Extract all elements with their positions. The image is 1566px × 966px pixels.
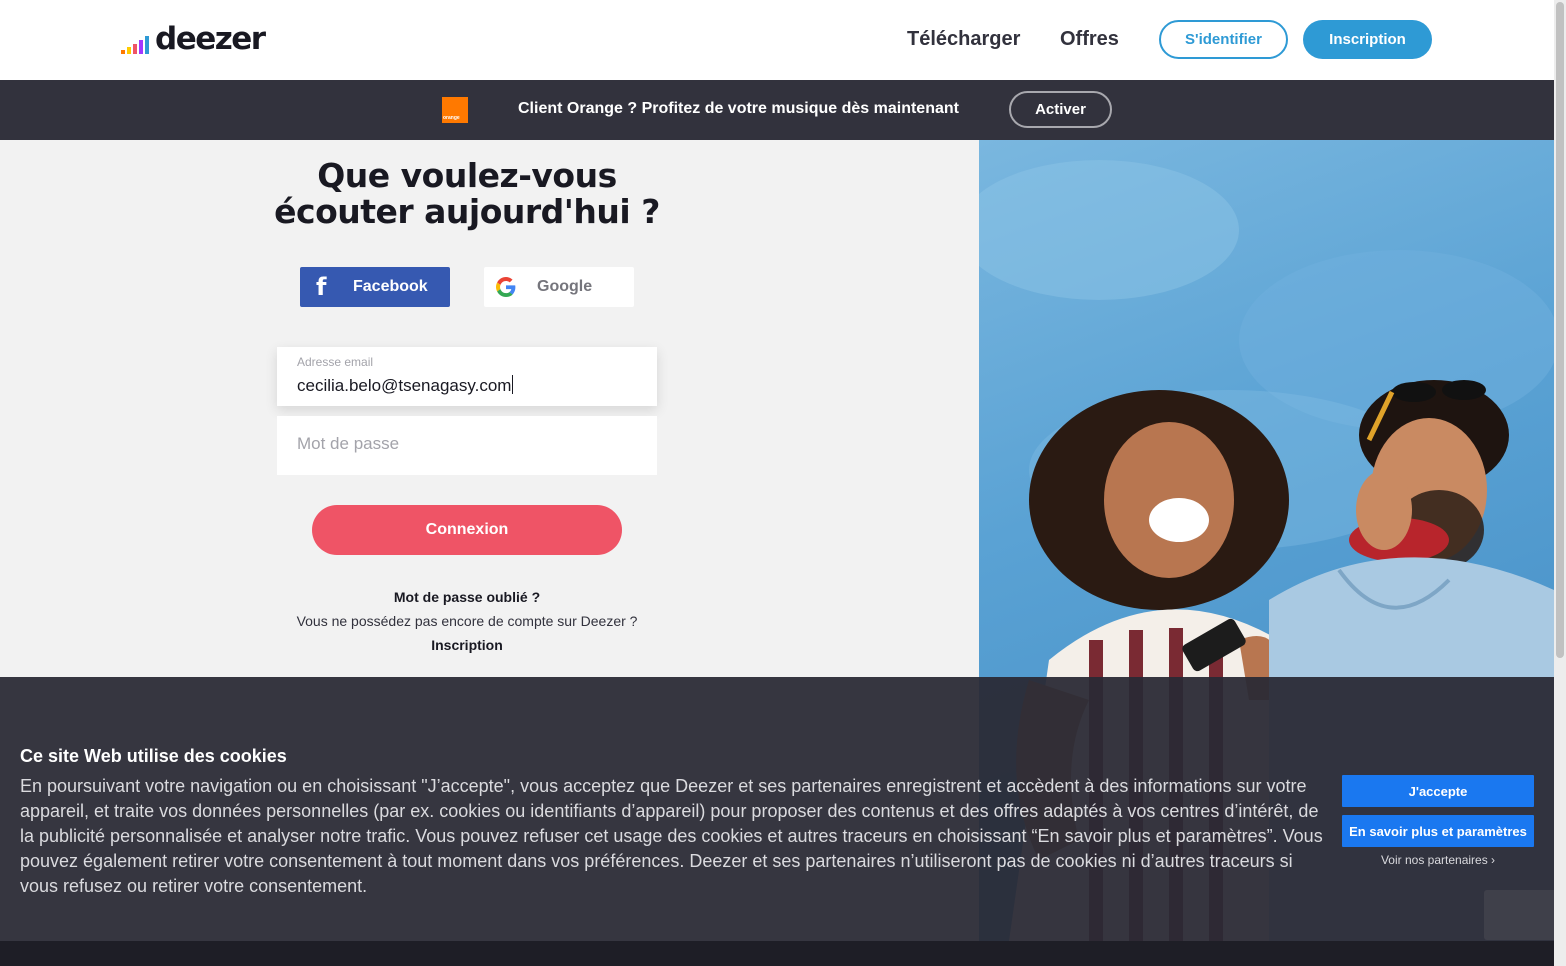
facebook-login-button[interactable]: f Facebook bbox=[300, 267, 450, 307]
scrollbar-thumb[interactable] bbox=[1556, 2, 1564, 658]
email-label: Adresse email bbox=[297, 355, 374, 369]
title-line-2: écouter aujourd'hui ? bbox=[274, 192, 660, 231]
page-title: Que voulez-vous écouter aujourd'hui ? bbox=[0, 158, 934, 230]
activate-button[interactable]: Activer bbox=[1009, 91, 1112, 128]
signup-link[interactable]: Inscription bbox=[0, 637, 934, 653]
deezer-logo[interactable]: deezer bbox=[121, 21, 266, 57]
signup-button[interactable]: Inscription bbox=[1303, 20, 1432, 59]
email-input[interactable]: cecilia.belo@tsenagasy.com bbox=[297, 375, 514, 396]
footer-strip bbox=[0, 941, 1554, 966]
logo-text: deezer bbox=[155, 21, 266, 57]
password-placeholder: Mot de passe bbox=[297, 434, 400, 453]
view-partners-link[interactable]: Voir nos partenaires › bbox=[1342, 853, 1534, 867]
google-icon bbox=[496, 277, 516, 297]
nav-offers-link[interactable]: Offres bbox=[1060, 28, 1119, 51]
banner-message: Client Orange ? Profitez de votre musiqu… bbox=[518, 100, 959, 117]
orange-logo-icon: orange bbox=[442, 97, 468, 123]
password-field[interactable]: Mot de passe bbox=[277, 416, 657, 475]
cookie-title: Ce site Web utilise des cookies bbox=[20, 746, 287, 766]
email-field[interactable]: Adresse email cecilia.belo@tsenagasy.com bbox=[277, 347, 657, 406]
top-header: deezer Télécharger Offres S'identifier I… bbox=[0, 0, 1554, 80]
equalizer-icon bbox=[121, 28, 149, 54]
login-panel: Que voulez-vous écouter aujourd'hui ? f … bbox=[0, 140, 979, 677]
google-label: Google bbox=[537, 278, 593, 295]
cookie-text: En poursuivant votre navigation ou en ch… bbox=[20, 776, 1323, 896]
no-account-text: Vous ne possédez pas encore de compte su… bbox=[296, 613, 638, 629]
text-caret bbox=[512, 375, 514, 394]
orange-banner: orange Client Orange ? Profitez de votre… bbox=[0, 80, 1554, 140]
facebook-icon: f bbox=[316, 273, 327, 301]
title-line-1: Que voulez-vous bbox=[317, 156, 617, 195]
facebook-label: Facebook bbox=[353, 278, 428, 295]
connexion-button[interactable]: Connexion bbox=[312, 505, 622, 555]
nav-download-link[interactable]: Télécharger bbox=[907, 28, 1020, 51]
page-scrollbar[interactable] bbox=[1554, 0, 1566, 966]
login-button[interactable]: S'identifier bbox=[1159, 20, 1288, 59]
accept-cookies-button[interactable]: J'accepte bbox=[1342, 775, 1534, 807]
recaptcha-badge[interactable] bbox=[1484, 890, 1554, 940]
google-login-button[interactable]: Google bbox=[484, 267, 634, 307]
cookie-settings-button[interactable]: En savoir plus et paramètres bbox=[1342, 815, 1534, 847]
orange-logo-text: orange bbox=[443, 115, 460, 121]
email-value: cecilia.belo@tsenagasy.com bbox=[297, 376, 512, 395]
cookie-banner: Ce site Web utilise des cookies En pours… bbox=[0, 677, 1554, 941]
forgot-password-link[interactable]: Mot de passe oublié ? bbox=[0, 589, 934, 605]
